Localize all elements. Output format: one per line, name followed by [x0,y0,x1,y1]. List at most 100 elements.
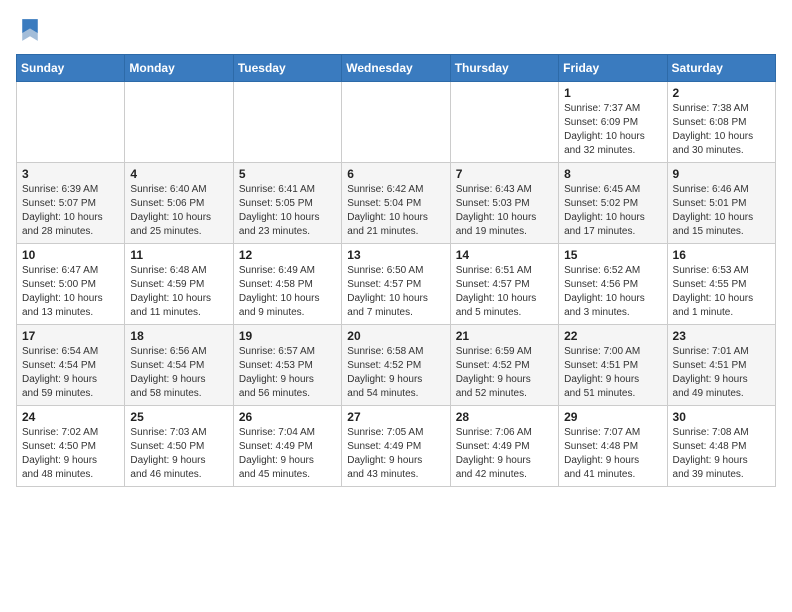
day-number: 17 [22,329,119,343]
calendar-cell [342,82,450,163]
calendar-cell: 18Sunrise: 6:56 AM Sunset: 4:54 PM Dayli… [125,325,233,406]
calendar-cell: 21 Sunrise: 6:59 AM Sunset: 4:52 PM Dayli… [450,325,558,406]
calendar-cell: 28 Sunrise: 7:06 AM Sunset: 4:49 PM Dayli… [450,406,558,487]
day-number: 16 [673,248,770,262]
day-info: Sunrise: 7:38 AM Sunset: 6:08 PM Dayligh… [673,102,770,158]
calendar-cell: 15 Sunrise: 6:52 AM Sunset: 4:56 PM Dayli… [559,244,667,325]
day-number: 26 [239,410,336,424]
day-info: Sunrise: 7:37 AM Sunset: 6:09 PM Dayligh… [564,102,661,158]
calendar-cell: 20 Sunrise: 6:58 AM Sunset: 4:52 PM Dayli… [342,325,450,406]
day-info: Sunrise: 7:08 AM Sunset: 4:48 PM Dayligh… [673,426,770,482]
day-info: Sunrise: 6:49 AM Sunset: 4:58 PM Dayligh… [239,264,336,320]
day-number: 25 [130,410,227,424]
weekday-header-tuesday: Tuesday [233,55,341,82]
day-number: 20 [347,329,444,343]
day-info: Sunrise: 6:40 AM Sunset: 5:06 PM Dayligh… [130,183,227,239]
header [16,16,776,44]
weekday-header-wednesday: Wednesday [342,55,450,82]
calendar-cell: 14 Sunrise: 6:51 AM Sunset: 4:57 PM Dayli… [450,244,558,325]
day-info: Sunrise: 6:47 AM Sunset: 5:00 PM Dayligh… [22,264,119,320]
day-number: 11 [130,248,227,262]
calendar-row-0: 1 Sunrise: 7:37 AM Sunset: 6:09 PM Daylig… [17,82,776,163]
weekday-header-sunday: Sunday [17,55,125,82]
day-info: Sunrise: 6:57 AM Sunset: 4:53 PM Dayligh… [239,345,336,401]
day-number: 19 [239,329,336,343]
day-info: Sunrise: 6:54 AM Sunset: 4:54 PM Dayligh… [22,345,119,401]
calendar-cell: 17 Sunrise: 6:54 AM Sunset: 4:54 PM Dayli… [17,325,125,406]
day-number: 13 [347,248,444,262]
day-number: 15 [564,248,661,262]
calendar-cell: 4 Sunrise: 6:40 AM Sunset: 5:06 PM Daylig… [125,163,233,244]
calendar-cell: 5Sunrise: 6:41 AM Sunset: 5:05 PM Daylig… [233,163,341,244]
calendar-cell: 19 Sunrise: 6:57 AM Sunset: 4:53 PM Dayli… [233,325,341,406]
day-number: 27 [347,410,444,424]
calendar-cell: 29Sunrise: 7:07 AM Sunset: 4:48 PM Dayli… [559,406,667,487]
calendar-cell: 8 Sunrise: 6:45 AM Sunset: 5:02 PM Daylig… [559,163,667,244]
calendar-cell: 9 Sunrise: 6:46 AM Sunset: 5:01 PM Daylig… [667,163,775,244]
calendar-cell [450,82,558,163]
day-number: 14 [456,248,553,262]
day-info: Sunrise: 7:06 AM Sunset: 4:49 PM Dayligh… [456,426,553,482]
calendar-cell: 1 Sunrise: 7:37 AM Sunset: 6:09 PM Daylig… [559,82,667,163]
calendar-cell [17,82,125,163]
day-info: Sunrise: 7:00 AM Sunset: 4:51 PM Dayligh… [564,345,661,401]
calendar-cell: 13 Sunrise: 6:50 AM Sunset: 4:57 PM Dayli… [342,244,450,325]
day-number: 2 [673,86,770,100]
calendar-cell: 10Sunrise: 6:47 AM Sunset: 5:00 PM Dayli… [17,244,125,325]
day-info: Sunrise: 7:01 AM Sunset: 4:51 PM Dayligh… [673,345,770,401]
logo-icon [16,16,44,44]
day-number: 4 [130,167,227,181]
logo [16,16,48,44]
day-info: Sunrise: 7:02 AM Sunset: 4:50 PM Dayligh… [22,426,119,482]
day-number: 23 [673,329,770,343]
calendar-cell: 26 Sunrise: 7:04 AM Sunset: 4:49 PM Dayli… [233,406,341,487]
calendar-cell: 30Sunrise: 7:08 AM Sunset: 4:48 PM Dayli… [667,406,775,487]
calendar-cell: 7 Sunrise: 6:43 AM Sunset: 5:03 PM Daylig… [450,163,558,244]
day-number: 24 [22,410,119,424]
day-info: Sunrise: 6:59 AM Sunset: 4:52 PM Dayligh… [456,345,553,401]
weekday-header-monday: Monday [125,55,233,82]
calendar-cell: 16 Sunrise: 6:53 AM Sunset: 4:55 PM Dayli… [667,244,775,325]
day-info: Sunrise: 6:42 AM Sunset: 5:04 PM Dayligh… [347,183,444,239]
calendar-cell: 11 Sunrise: 6:48 AM Sunset: 4:59 PM Dayli… [125,244,233,325]
day-number: 9 [673,167,770,181]
calendar-cell: 2 Sunrise: 7:38 AM Sunset: 6:08 PM Daylig… [667,82,775,163]
day-info: Sunrise: 7:04 AM Sunset: 4:49 PM Dayligh… [239,426,336,482]
day-info: Sunrise: 6:45 AM Sunset: 5:02 PM Dayligh… [564,183,661,239]
day-info: Sunrise: 6:52 AM Sunset: 4:56 PM Dayligh… [564,264,661,320]
day-number: 8 [564,167,661,181]
calendar-row-4: 24 Sunrise: 7:02 AM Sunset: 4:50 PM Dayli… [17,406,776,487]
day-number: 3 [22,167,119,181]
day-number: 12 [239,248,336,262]
calendar-cell [233,82,341,163]
weekday-header-row: SundayMondayTuesdayWednesdayThursdayFrid… [17,55,776,82]
calendar-row-3: 17 Sunrise: 6:54 AM Sunset: 4:54 PM Dayli… [17,325,776,406]
calendar-row-1: 3Sunrise: 6:39 AM Sunset: 5:07 PM Daylig… [17,163,776,244]
day-info: Sunrise: 6:43 AM Sunset: 5:03 PM Dayligh… [456,183,553,239]
weekday-header-friday: Friday [559,55,667,82]
calendar-table: SundayMondayTuesdayWednesdayThursdayFrid… [16,54,776,487]
day-info: Sunrise: 6:53 AM Sunset: 4:55 PM Dayligh… [673,264,770,320]
day-info: Sunrise: 6:56 AM Sunset: 4:54 PM Dayligh… [130,345,227,401]
day-number: 28 [456,410,553,424]
calendar-cell: 22Sunrise: 7:00 AM Sunset: 4:51 PM Dayli… [559,325,667,406]
calendar-cell: 24 Sunrise: 7:02 AM Sunset: 4:50 PM Dayli… [17,406,125,487]
day-info: Sunrise: 6:48 AM Sunset: 4:59 PM Dayligh… [130,264,227,320]
day-info: Sunrise: 6:50 AM Sunset: 4:57 PM Dayligh… [347,264,444,320]
day-info: Sunrise: 7:03 AM Sunset: 4:50 PM Dayligh… [130,426,227,482]
calendar-cell [125,82,233,163]
day-info: Sunrise: 6:51 AM Sunset: 4:57 PM Dayligh… [456,264,553,320]
day-number: 6 [347,167,444,181]
day-number: 29 [564,410,661,424]
day-info: Sunrise: 6:41 AM Sunset: 5:05 PM Dayligh… [239,183,336,239]
calendar-cell: 12 Sunrise: 6:49 AM Sunset: 4:58 PM Dayli… [233,244,341,325]
day-number: 1 [564,86,661,100]
calendar-cell: 25 Sunrise: 7:03 AM Sunset: 4:50 PM Dayli… [125,406,233,487]
weekday-header-thursday: Thursday [450,55,558,82]
day-number: 7 [456,167,553,181]
day-number: 21 [456,329,553,343]
calendar-cell: 3Sunrise: 6:39 AM Sunset: 5:07 PM Daylig… [17,163,125,244]
day-info: Sunrise: 6:58 AM Sunset: 4:52 PM Dayligh… [347,345,444,401]
day-info: Sunrise: 6:46 AM Sunset: 5:01 PM Dayligh… [673,183,770,239]
calendar-cell: 23 Sunrise: 7:01 AM Sunset: 4:51 PM Dayli… [667,325,775,406]
